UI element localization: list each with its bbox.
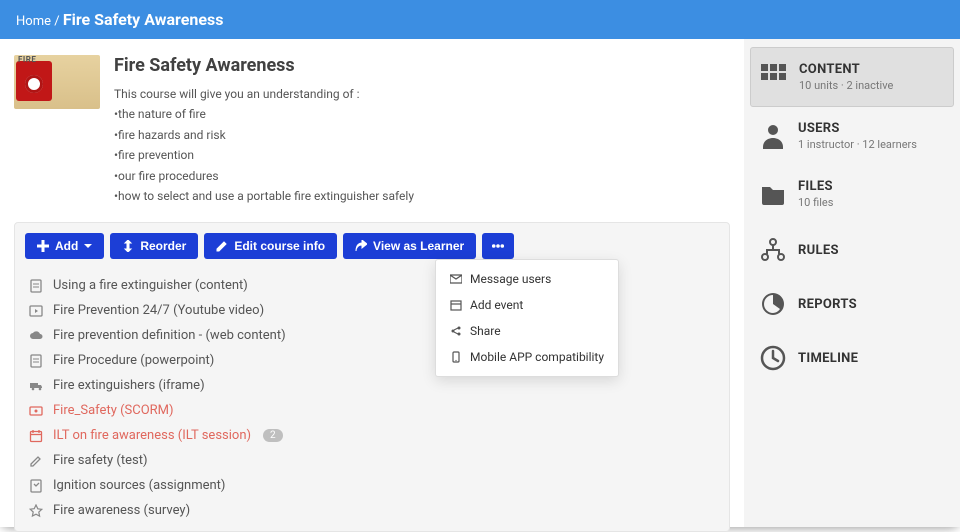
- edit-icon: [29, 454, 43, 468]
- calendar-icon: [29, 429, 43, 443]
- assign-icon: [29, 479, 43, 493]
- content-item-label: Fire Prevention 24/7 (Youtube video): [53, 303, 264, 318]
- course-title: Fire Safety Awareness: [114, 55, 414, 76]
- content-item[interactable]: Ignition sources (assignment): [25, 473, 719, 498]
- reports-icon: [760, 291, 786, 317]
- content-item[interactable]: ILT on fire awareness (ILT session) 2: [25, 423, 719, 448]
- mobile-icon: [450, 351, 462, 363]
- add-button[interactable]: Add: [25, 233, 104, 259]
- sidebar-item-timeline[interactable]: TIMELINE: [750, 331, 954, 385]
- course-thumbnail: FIRE: [14, 55, 100, 109]
- share-icon: [450, 325, 462, 337]
- pencil-icon: [216, 240, 228, 252]
- more-actions-button[interactable]: [482, 233, 514, 259]
- content-item[interactable]: Fire_Safety (SCORM): [25, 398, 719, 423]
- truck-icon: [29, 379, 43, 393]
- sidebar-item-label: CONTENT: [799, 62, 893, 77]
- scorm-icon: [29, 404, 43, 418]
- count-badge: 2: [263, 429, 283, 442]
- sidebar-item-rules[interactable]: RULES: [750, 223, 954, 277]
- sidebar-item-users[interactable]: USERS 1 instructor · 12 learners: [750, 107, 954, 165]
- content-item-label: Ignition sources (assignment): [53, 478, 225, 493]
- plus-icon: [37, 240, 49, 252]
- content-item-label: ILT on fire awareness (ILT session): [53, 428, 251, 443]
- toolbar: Add Reorder Edit course info View as Lea…: [25, 233, 719, 259]
- content-item-label: Fire awareness (survey): [53, 503, 190, 518]
- content-item-label: Fire Procedure (powerpoint): [53, 353, 214, 368]
- content-item-label: Fire safety (test): [53, 453, 148, 468]
- user-icon: [760, 123, 786, 149]
- doc-icon: [29, 279, 43, 293]
- content-item[interactable]: Fire extinguishers (iframe): [25, 373, 719, 398]
- fire-alarm-label: FIRE: [18, 55, 36, 64]
- star-icon: [29, 504, 43, 518]
- content-item[interactable]: Fire awareness (survey): [25, 498, 719, 523]
- sidebar-item-sub: 10 units · 2 inactive: [799, 79, 893, 92]
- more-actions-dropdown: Message users Add event Share Mobile APP…: [435, 259, 619, 377]
- clock-icon: [760, 345, 786, 371]
- sidebar: CONTENT 10 units · 2 inactive USERS 1 instr…: [744, 39, 960, 527]
- sidebar-item-label: REPORTS: [798, 297, 857, 312]
- course-header: FIRE Fire Safety Awareness This course w…: [14, 55, 730, 206]
- ellipsis-icon: [492, 240, 504, 252]
- sidebar-item-label: RULES: [798, 243, 839, 258]
- course-description: This course will give you an understandi…: [114, 84, 414, 206]
- content-item-label: Using a fire extinguisher (content): [53, 278, 248, 293]
- cloud-icon: [29, 329, 43, 343]
- view-as-learner-button[interactable]: View as Learner: [343, 233, 476, 259]
- rules-icon: [760, 237, 786, 263]
- breadcrumb-home[interactable]: Home: [16, 14, 51, 29]
- doc-icon: [29, 354, 43, 368]
- dropdown-item-mobile-compat[interactable]: Mobile APP compatibility: [436, 344, 618, 370]
- content-item-label: Fire_Safety (SCORM): [53, 403, 174, 418]
- content-item-label: Fire extinguishers (iframe): [53, 378, 205, 393]
- envelope-icon: [450, 273, 462, 285]
- calendar-icon: [450, 299, 462, 311]
- share-arrow-icon: [355, 240, 367, 252]
- sidebar-item-label: USERS: [798, 121, 917, 136]
- breadcrumb-sep: /: [54, 14, 63, 29]
- sidebar-item-sub: 10 files: [798, 196, 833, 209]
- sidebar-item-content[interactable]: CONTENT 10 units · 2 inactive: [750, 47, 954, 107]
- sidebar-item-label: FILES: [798, 179, 833, 194]
- breadcrumb-bar: Home / Fire Safety Awareness: [0, 0, 960, 39]
- dropdown-item-message-users[interactable]: Message users: [436, 266, 618, 292]
- chevron-down-icon: [84, 244, 92, 248]
- breadcrumb-page: Fire Safety Awareness: [63, 10, 224, 29]
- dropdown-item-share[interactable]: Share: [436, 318, 618, 344]
- video-icon: [29, 304, 43, 318]
- grid-icon: [761, 64, 787, 90]
- content-item[interactable]: Fire safety (test): [25, 448, 719, 473]
- content-item-label: Fire prevention definition - (web conten…: [53, 328, 286, 343]
- edit-course-button[interactable]: Edit course info: [204, 233, 337, 259]
- dropdown-item-add-event[interactable]: Add event: [436, 292, 618, 318]
- content-panel: Add Reorder Edit course info View as Lea…: [14, 222, 730, 532]
- sidebar-item-reports[interactable]: REPORTS: [750, 277, 954, 331]
- reorder-button[interactable]: Reorder: [110, 233, 198, 259]
- reorder-icon: [122, 240, 134, 252]
- sidebar-item-label: TIMELINE: [798, 351, 858, 366]
- sidebar-item-sub: 1 instructor · 12 learners: [798, 138, 917, 151]
- sidebar-item-files[interactable]: FILES 10 files: [750, 165, 954, 223]
- folder-icon: [760, 181, 786, 207]
